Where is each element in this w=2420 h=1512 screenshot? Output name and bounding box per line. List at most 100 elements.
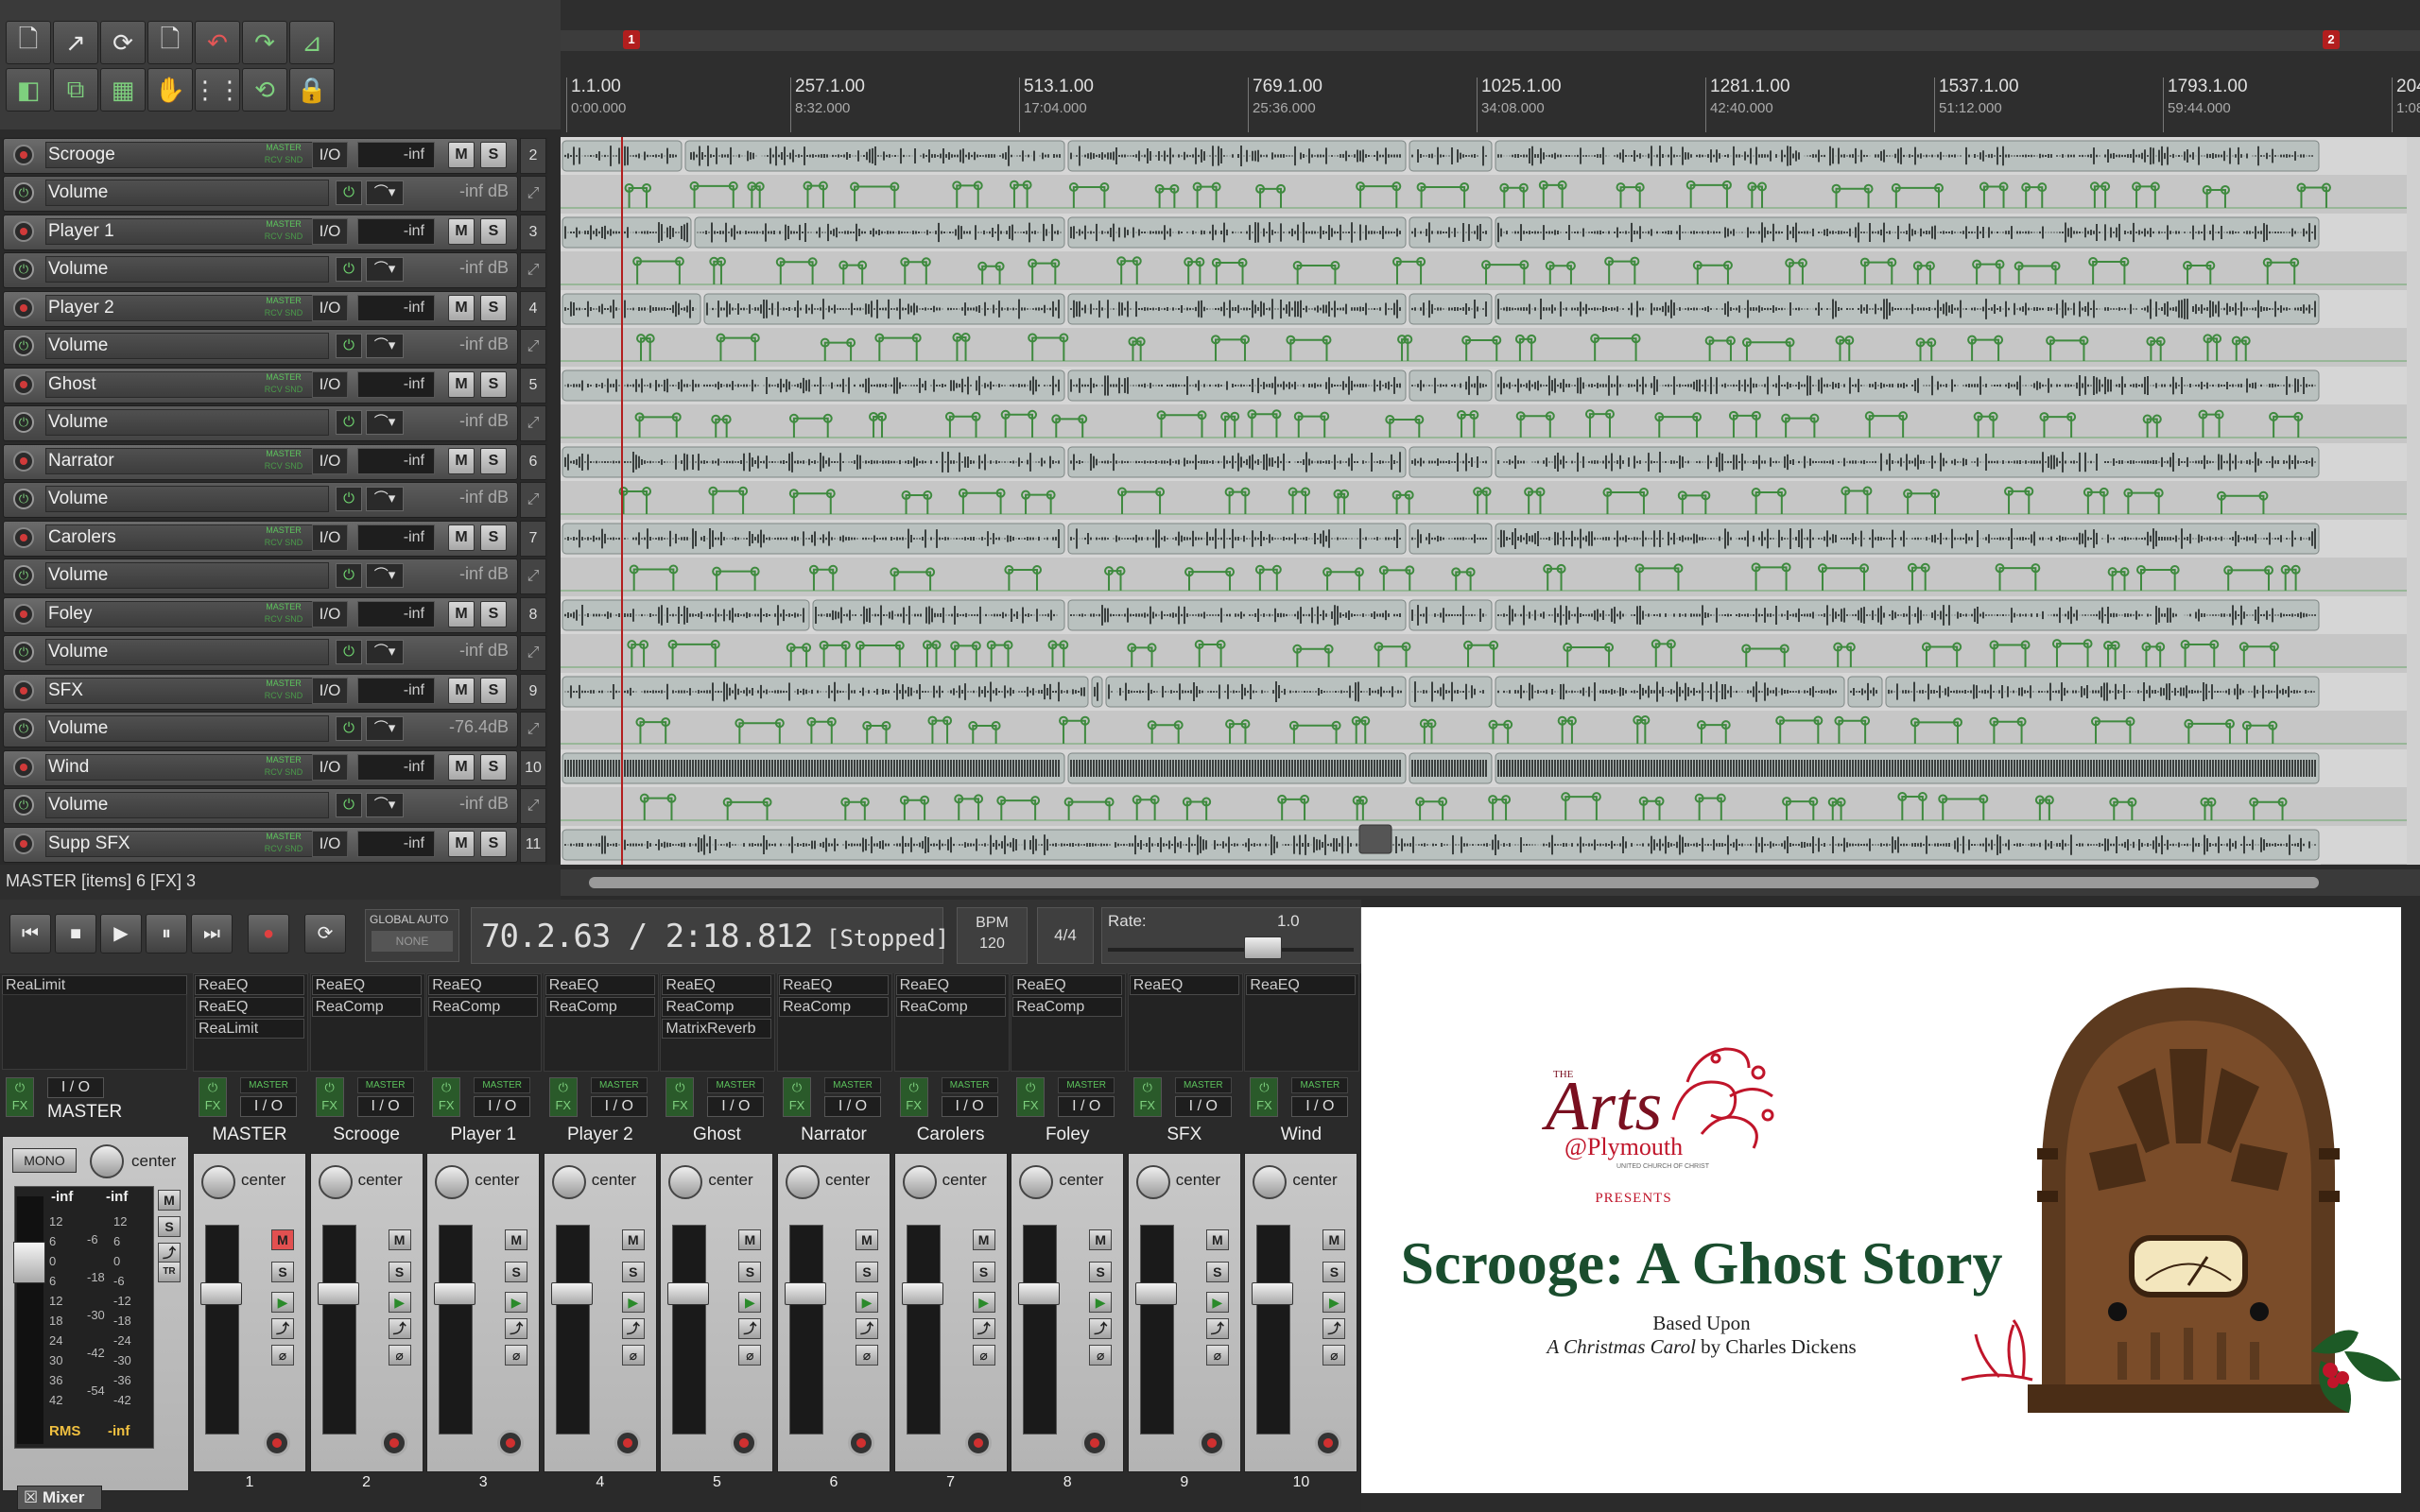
fader-knob[interactable]: [785, 1282, 826, 1305]
io-button[interactable]: I/O: [312, 295, 348, 321]
fx-slot[interactable]: ReaComp: [1012, 997, 1123, 1017]
mute-button[interactable]: M: [1089, 1229, 1113, 1250]
track-row[interactable]: Player 2 MASTER RCV SND I/O -inf M S 4: [0, 290, 548, 328]
envelope-bypass-icon[interactable]: ⏻: [336, 640, 362, 664]
envelope-expand-icon[interactable]: ⤢: [520, 176, 546, 212]
volume-readout[interactable]: -inf: [357, 754, 435, 781]
solo-button[interactable]: S: [480, 601, 507, 627]
master-fx-area[interactable]: [2, 994, 187, 1070]
master-send-label[interactable]: MASTER RCV SND: [257, 218, 310, 245]
fader-track[interactable]: [1018, 1225, 1061, 1435]
fader-track[interactable]: [434, 1225, 476, 1435]
fx-slot[interactable]: ReaEQ: [1129, 975, 1239, 995]
automation-icon[interactable]: ⤴: [505, 1318, 528, 1339]
mute-button[interactable]: M: [448, 524, 475, 551]
envelope-row[interactable]: ⏻ Volume ⏻ ⌒▾ -76.4dB ⤢: [0, 711, 548, 748]
master-automation-icon[interactable]: ⤴: [158, 1243, 181, 1263]
project-settings-icon[interactable]: 🗋: [147, 21, 193, 64]
phase-invert-icon[interactable]: ⌀: [271, 1345, 294, 1366]
mute-button[interactable]: M: [738, 1229, 762, 1250]
solo-button[interactable]: S: [621, 1262, 645, 1282]
solo-button[interactable]: S: [480, 142, 507, 168]
fader-knob[interactable]: [200, 1282, 242, 1305]
envelope-arm-icon[interactable]: ⏻: [13, 412, 34, 433]
record-arm-icon[interactable]: [1081, 1430, 1109, 1456]
io-button[interactable]: I/O: [312, 448, 348, 474]
mute-button[interactable]: M: [448, 678, 475, 704]
master-mute-button[interactable]: M: [158, 1190, 181, 1211]
undo-icon[interactable]: ↶: [195, 21, 240, 64]
mute-button[interactable]: M: [448, 295, 475, 321]
fx-slot[interactable]: ReaEQ: [1012, 975, 1123, 995]
envelope-expand-icon[interactable]: ⤢: [520, 405, 546, 441]
fx-slot[interactable]: ReaEQ: [895, 975, 1006, 995]
fader-track[interactable]: [317, 1225, 359, 1435]
mute-button[interactable]: M: [448, 218, 475, 245]
master-send-label[interactable]: MASTER RCV SND: [257, 524, 310, 551]
mute-button[interactable]: M: [448, 448, 475, 474]
solo-button[interactable]: S: [738, 1262, 762, 1282]
fx-button[interactable]: ⏻ FX: [432, 1077, 461, 1117]
mixer-tab[interactable]: ☒ Mixer: [17, 1486, 102, 1510]
master-send-toggle[interactable]: MASTER: [1058, 1077, 1115, 1093]
phase-invert-icon[interactable]: ⌀: [1322, 1345, 1346, 1366]
automation-icon[interactable]: ⤴: [1205, 1318, 1229, 1339]
envelope-lock-icon[interactable]: ✋: [147, 68, 193, 112]
record-arm-icon[interactable]: [13, 604, 34, 625]
phase-invert-icon[interactable]: ⌀: [738, 1345, 762, 1366]
volume-readout[interactable]: -inf: [357, 295, 435, 321]
record-arm-icon[interactable]: [13, 221, 34, 242]
envelope-mode-icon[interactable]: ⌒▾: [366, 793, 404, 817]
record-arm-icon[interactable]: [13, 145, 34, 165]
envelope-mode-icon[interactable]: ⌒▾: [366, 410, 404, 435]
fx-slot[interactable]: ReaComp: [544, 997, 655, 1017]
fx-button[interactable]: ⏻ FX: [315, 1077, 344, 1117]
fader-knob[interactable]: [434, 1282, 476, 1305]
envelope-bypass-icon[interactable]: ⏻: [336, 563, 362, 588]
track-row[interactable]: Supp SFX MASTER RCV SND I/O -inf M S 11: [0, 826, 548, 864]
master-send-toggle[interactable]: MASTER: [824, 1077, 881, 1093]
envelope-expand-icon[interactable]: ⤢: [520, 558, 546, 594]
record-arm-icon[interactable]: [964, 1430, 992, 1456]
io-button[interactable]: I / O: [1174, 1096, 1232, 1117]
master-io-button[interactable]: I / O: [47, 1077, 104, 1098]
fx-slot[interactable]: ReaEQ: [311, 975, 422, 995]
record-arm-icon[interactable]: [13, 757, 34, 778]
master-send-toggle[interactable]: MASTER: [941, 1077, 998, 1093]
stop-icon[interactable]: ■: [55, 914, 96, 954]
envelope-expand-icon[interactable]: ⤢: [520, 482, 546, 518]
automation-icon[interactable]: ⤴: [621, 1318, 645, 1339]
fx-enable-icon[interactable]: ▶: [738, 1292, 762, 1313]
envelope-row[interactable]: ⏻ Volume ⏻ ⌒▾ -inf dB ⤢: [0, 787, 548, 825]
envelope-mode-icon[interactable]: ⌒▾: [366, 180, 404, 205]
fx-enable-icon[interactable]: ▶: [505, 1292, 528, 1313]
record-arm-icon[interactable]: [13, 451, 34, 472]
mute-button[interactable]: M: [448, 142, 475, 168]
record-arm-icon[interactable]: [13, 833, 34, 854]
fx-slot[interactable]: ReaEQ: [779, 975, 889, 995]
strip-name[interactable]: Narrator: [777, 1125, 890, 1145]
volume-readout[interactable]: -inf: [357, 142, 435, 168]
io-button[interactable]: I/O: [312, 831, 348, 857]
mute-button[interactable]: M: [972, 1229, 995, 1250]
solo-button[interactable]: S: [480, 678, 507, 704]
phase-invert-icon[interactable]: ⌀: [505, 1345, 528, 1366]
hscroll-thumb[interactable]: [589, 877, 2319, 888]
mute-button[interactable]: M: [1322, 1229, 1346, 1250]
envelope-row[interactable]: ⏻ Volume ⏻ ⌒▾ -inf dB ⤢: [0, 404, 548, 442]
fader-knob[interactable]: [550, 1282, 593, 1305]
master-send-label[interactable]: MASTER RCV SND: [257, 371, 310, 398]
envelope-bypass-icon[interactable]: ⏻: [336, 257, 362, 282]
pan-knob[interactable]: [551, 1165, 586, 1199]
fx-enable-icon[interactable]: ▶: [271, 1292, 294, 1313]
phase-invert-icon[interactable]: ⌀: [388, 1345, 411, 1366]
phase-invert-icon[interactable]: ⌀: [856, 1345, 878, 1366]
phase-invert-icon[interactable]: ⌀: [1089, 1345, 1113, 1366]
automation-icon[interactable]: ⤴: [856, 1318, 878, 1339]
fx-enable-icon[interactable]: ▶: [388, 1292, 411, 1313]
fx-button[interactable]: ⏻ FX: [1132, 1077, 1162, 1117]
arrange-view[interactable]: [561, 137, 2407, 865]
envelope-row[interactable]: ⏻ Volume ⏻ ⌒▾ -inf dB ⤢: [0, 328, 548, 366]
envelope-mode-icon[interactable]: ⌒▾: [366, 563, 404, 588]
io-button[interactable]: I / O: [356, 1096, 414, 1117]
